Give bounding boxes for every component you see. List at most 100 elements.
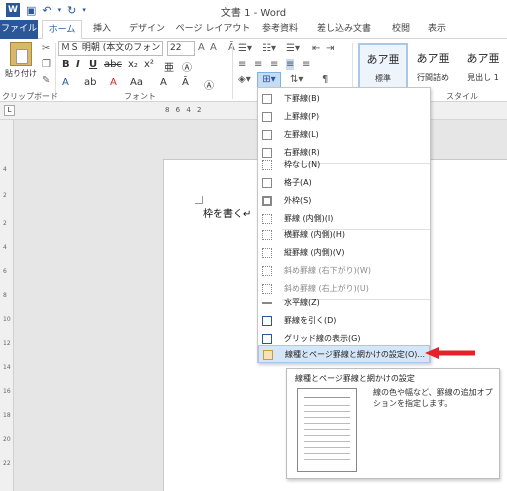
vruler-number: 10	[3, 316, 11, 323]
ruler-numbers: 8 6 4 2	[165, 106, 204, 114]
menu-item-outside-borders[interactable]: 外枠(S)	[258, 192, 430, 210]
menu-item-draw-table[interactable]: 罫線を引く(D)	[258, 312, 430, 330]
strikethrough-icon[interactable]: abc	[104, 59, 122, 70]
vruler-number: 2	[3, 192, 7, 199]
vruler-number: 18	[3, 412, 11, 419]
increase-indent-icon[interactable]: ⇥	[326, 43, 334, 54]
italic-icon[interactable]: I	[76, 59, 80, 70]
menu-item-borders-and-shading[interactable]: 線種とページ罫線と網かけの設定(O)...	[258, 345, 430, 363]
style-no-spacing[interactable]: あア亜 行間詰め	[408, 43, 458, 89]
align-right-icon[interactable]: ≡	[270, 59, 278, 70]
justify-icon[interactable]: ≡	[286, 59, 295, 70]
tab-page-layout[interactable]: ページ レイアウト	[174, 20, 252, 39]
bottom-border-icon	[262, 94, 272, 104]
style-normal[interactable]: あア亜 標準	[358, 43, 408, 89]
subscript-icon[interactable]: x₂	[128, 59, 138, 70]
change-case-icon[interactable]: Aa	[130, 77, 143, 88]
tab-insert[interactable]: 挿入	[84, 20, 120, 39]
paste-label: 貼り付け	[5, 69, 37, 78]
text-effect-icon[interactable]: A	[62, 77, 69, 88]
enclosed-char-icon[interactable]: Ⓐ	[204, 77, 214, 92]
align-center-icon[interactable]: ≡	[254, 59, 262, 70]
tooltip-description: 線の色や幅など、罫線の追加オプションを指定します。	[373, 388, 493, 408]
font-name-select[interactable]: ＭＳ 明朝 (本文のフォント	[58, 41, 163, 56]
menu-item-horizontal-line[interactable]: 水平線(Z)	[258, 294, 430, 312]
borders-shading-icon	[263, 350, 273, 360]
bullets-icon[interactable]: ☰▾	[238, 43, 252, 54]
menu-item-label: 罫線を引く(D)	[284, 316, 337, 325]
vruler-number: 2	[3, 220, 7, 227]
inside-vertical-icon	[262, 248, 272, 258]
shrink-font-icon[interactable]: A	[210, 42, 217, 53]
menu-item-label: 枠なし(N)	[284, 160, 321, 169]
tooltip: 線種とページ罫線と網かけの設定 線の色や幅など、罫線の追加オプションを指定します…	[286, 368, 500, 479]
shading-icon[interactable]: ◈▾	[238, 74, 251, 85]
draw-table-icon	[262, 316, 272, 326]
decrease-indent-icon[interactable]: ⇤	[312, 43, 320, 54]
vruler-number: 20	[3, 436, 11, 443]
phonetic-icon[interactable]: Ā	[182, 77, 189, 88]
copy-icon[interactable]: ❐	[42, 59, 51, 70]
font-color-icon[interactable]: A	[110, 77, 117, 88]
highlight-icon[interactable]: ab	[84, 77, 96, 88]
superscript-icon[interactable]: x²	[144, 59, 154, 70]
style-name: 行間詰め	[417, 73, 449, 82]
title-bar: W ▣ ↶ ▾ ↻ ▾ 文書 1 - Word	[0, 0, 507, 20]
menu-item-all-borders[interactable]: 格子(A)	[258, 174, 430, 192]
style-sample: あア亜	[416, 52, 450, 65]
bold-icon[interactable]: B	[62, 59, 70, 70]
menu-item-left-border[interactable]: 左罫線(L)	[258, 126, 430, 144]
menu-item-inside-vertical[interactable]: 縦罫線 (内側)(V)	[258, 244, 430, 262]
font-size-select[interactable]: 22	[167, 41, 195, 56]
diagonal-up-icon	[262, 284, 272, 294]
show-marks-icon[interactable]: ¶	[322, 74, 328, 85]
style-heading-1[interactable]: あア亜 見出し 1	[458, 43, 507, 89]
vruler-number: 4	[3, 166, 7, 173]
menu-item-bottom-border[interactable]: 下罫線(B)	[258, 90, 430, 108]
style-sample: あア亜	[366, 53, 400, 66]
preview-line	[304, 447, 350, 448]
font-group-label: フォント	[124, 92, 156, 101]
tab-file[interactable]: ファイル	[0, 20, 38, 39]
preview-line	[304, 459, 350, 460]
tab-selector-icon[interactable]: L	[4, 105, 15, 116]
vruler-number: 14	[3, 364, 11, 371]
document-text[interactable]: 枠を書く↵	[203, 205, 251, 220]
numbering-icon[interactable]: ☷▾	[262, 43, 276, 54]
align-left-icon[interactable]: ≡	[238, 59, 246, 70]
styles-group-label: スタイル	[446, 92, 478, 101]
tab-references[interactable]: 参考資料	[254, 20, 306, 39]
menu-item-diagonal-down: 斜め罫線 (右下がり)(W)	[258, 262, 430, 280]
borders-dropdown-menu: 下罫線(B) 上罫線(P) 左罫線(L) 右罫線(R) 枠なし(N) 格子(A)…	[257, 87, 431, 363]
ruby-icon[interactable]: 亜	[164, 59, 174, 74]
format-painter-icon[interactable]: ✎	[42, 75, 50, 86]
clipboard-icon	[10, 42, 32, 66]
enclose-char-icon[interactable]: Ⓐ	[182, 59, 192, 74]
borders-button[interactable]: ⊞▾	[257, 72, 281, 88]
clipboard-group-label: クリップボード	[2, 92, 58, 101]
divider	[232, 43, 233, 99]
tab-view[interactable]: 表示	[420, 20, 454, 39]
menu-item-label: 斜め罫線 (右下がり)(W)	[284, 266, 371, 275]
tab-home[interactable]: ホーム	[42, 20, 82, 40]
preview-line	[304, 411, 350, 412]
menu-item-inside-horizontal[interactable]: 横罫線 (内側)(H)	[258, 226, 430, 244]
paste-button[interactable]: 貼り付け	[4, 42, 38, 79]
margin-corner-mark	[195, 196, 203, 204]
sort-icon[interactable]: ⇅▾	[290, 74, 303, 85]
menu-item-label: 水平線(Z)	[284, 298, 320, 307]
tab-design[interactable]: デザイン	[124, 20, 170, 39]
char-shading-icon[interactable]: A	[160, 77, 167, 88]
menu-item-top-border[interactable]: 上罫線(P)	[258, 108, 430, 126]
distributed-icon[interactable]: ≡	[302, 59, 310, 70]
tab-review[interactable]: 校閲	[384, 20, 418, 39]
tab-mailings[interactable]: 差し込み文書	[308, 20, 380, 39]
menu-item-label: 上罫線(P)	[284, 112, 320, 121]
vruler-number: 16	[3, 388, 11, 395]
cut-icon[interactable]: ✂	[42, 43, 50, 54]
underline-icon[interactable]: U	[89, 59, 97, 70]
multilevel-list-icon[interactable]: ☰▾	[286, 43, 300, 54]
preview-line	[304, 423, 350, 424]
grow-font-icon[interactable]: A	[198, 42, 205, 53]
menu-item-no-border[interactable]: 枠なし(N)	[258, 156, 430, 174]
